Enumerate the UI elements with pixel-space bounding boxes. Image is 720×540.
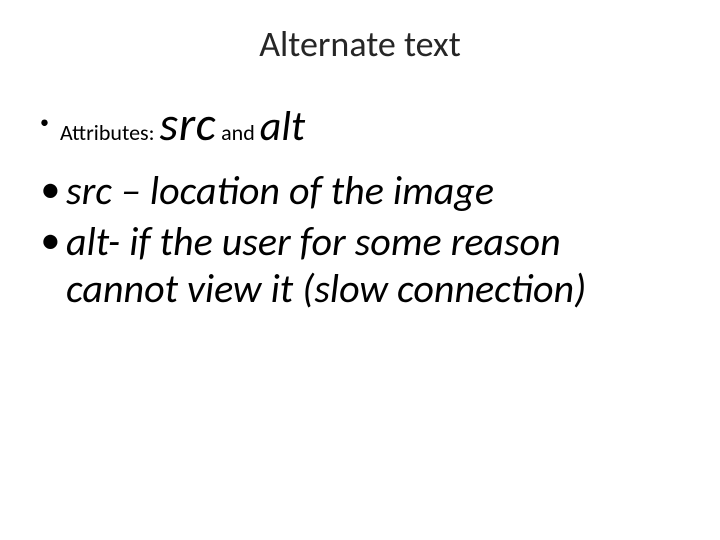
bullet-item-1: Attributes: src and alt [40, 96, 680, 153]
slide: Alternate text Attributes: src and alt s… [0, 0, 720, 540]
bullet-item-3: alt- if the user for some reason cannot … [40, 218, 680, 312]
slide-body: Attributes: src and alt src – location o… [0, 66, 720, 312]
bullet-1-label: Attributes: [60, 119, 160, 146]
bullet-list: Attributes: src and alt src – location o… [40, 96, 680, 312]
bullet-1-connector: and [216, 119, 260, 146]
bullet-1-term-src: src [160, 94, 217, 153]
bullet-item-2: src – location of the image [40, 167, 680, 214]
slide-title: Alternate text [0, 0, 720, 66]
bullet-1-term-alt: alt [260, 101, 305, 152]
